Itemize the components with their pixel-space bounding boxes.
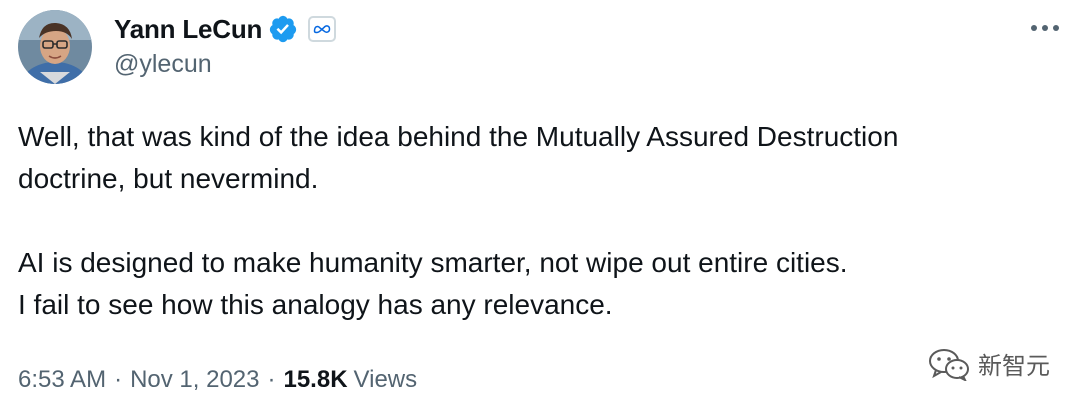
display-name[interactable]: Yann LeCun	[114, 14, 262, 45]
wechat-icon	[929, 348, 969, 381]
tweet-line: I fail to see how this analogy has any r…	[18, 289, 613, 320]
tweet-line: AI is designed to make humanity smarter,…	[18, 247, 848, 278]
meta-separator: ·	[114, 366, 123, 393]
tweet-paragraph: Well, that was kind of the idea behind t…	[18, 116, 1058, 200]
tweet-card: Yann LeCun @ylecun Well, that was kind o…	[0, 0, 1080, 412]
views-label: Views	[353, 366, 418, 393]
avatar[interactable]	[18, 10, 92, 84]
tweet-meta: 6:53 AM · Nov 1, 2023 · 15.8K Views	[18, 366, 417, 394]
more-options-icon[interactable]	[1028, 16, 1062, 40]
tweet-paragraph: AI is designed to make humanity smarter,…	[18, 242, 1058, 326]
watermark: 新智元	[928, 346, 1050, 381]
tweet-line: Well, that was kind of the idea behind t…	[18, 121, 899, 152]
tweet-time[interactable]: 6:53 AM	[18, 366, 106, 394]
verified-badge-icon	[268, 14, 298, 44]
author-handle[interactable]: @ylecun	[114, 50, 336, 79]
watermark-text: 新智元	[978, 352, 1050, 380]
meta-separator: ·	[267, 366, 276, 393]
tweet-text: Well, that was kind of the idea behind t…	[18, 116, 1058, 326]
author-block: Yann LeCun @ylecun	[114, 12, 337, 79]
tweet-date[interactable]: Nov 1, 2023	[130, 366, 259, 394]
tweet-line: doctrine, but nevermind.	[18, 163, 319, 194]
meta-logo-icon[interactable]	[308, 16, 337, 42]
views-count[interactable]: 15.8K	[283, 366, 347, 394]
avatar-photo	[18, 10, 92, 84]
name-row: Yann LeCun	[114, 12, 337, 46]
